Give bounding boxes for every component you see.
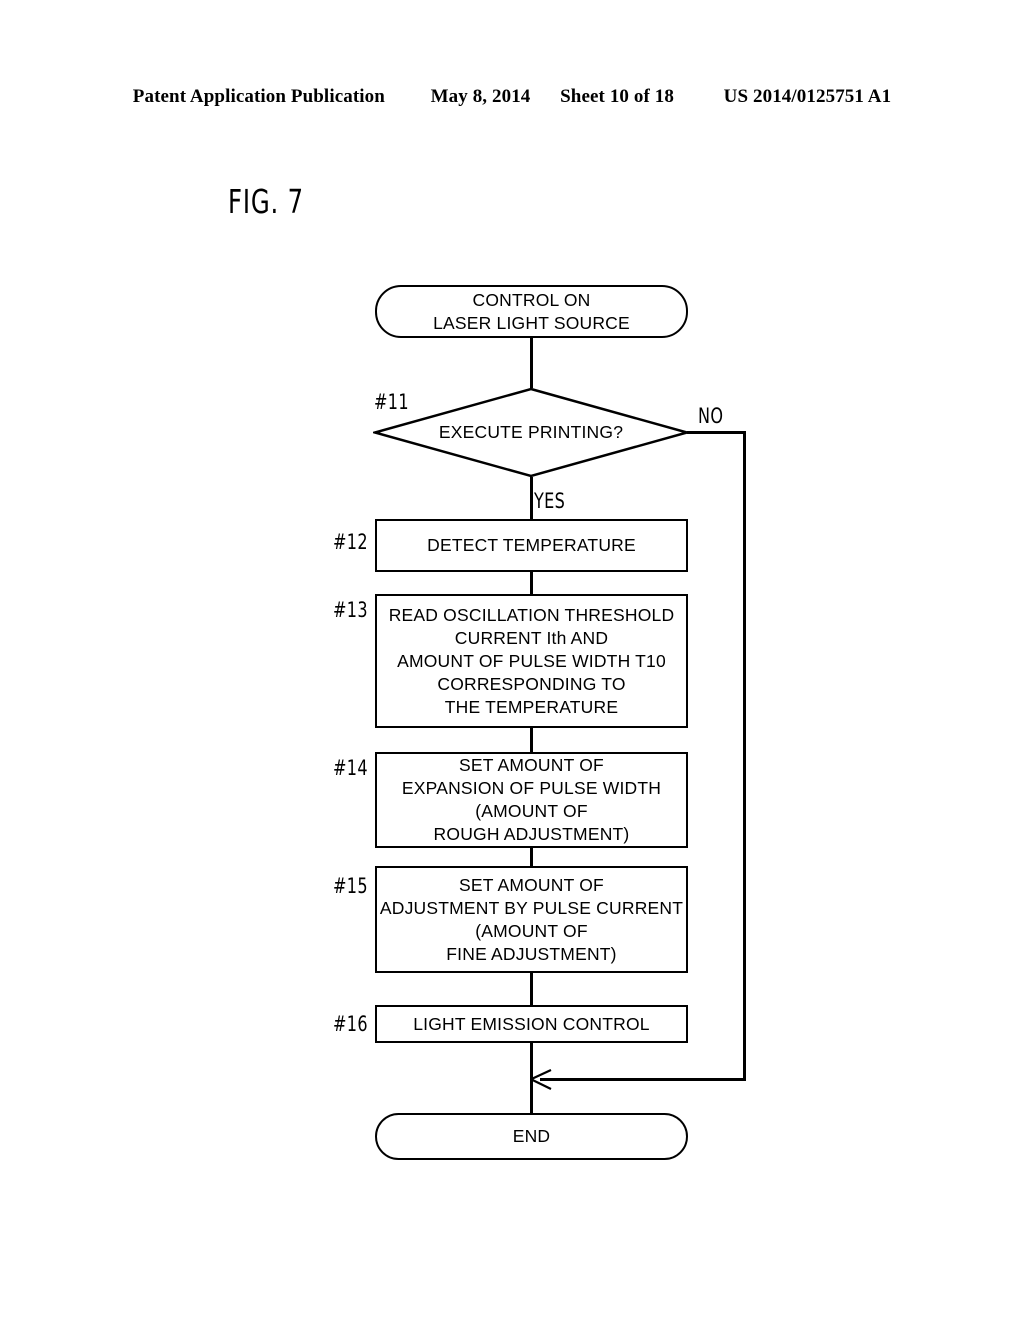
step13-line-1: READ OSCILLATION THRESHOLD [388,604,675,625]
step13-line-3: AMOUNT OF PULSE WIDTH T10 [397,650,666,671]
end-line-1: END [512,1126,551,1146]
step-ref-15: #15 [333,874,368,898]
step13-line-4: CORRESPONDING TO [437,673,626,694]
connector-start-to-decision [530,338,533,388]
no-branch-vertical [743,431,746,1080]
flow-node-end: END [375,1113,688,1160]
step15-line-4: FINE ADJUSTMENT) [446,943,617,964]
no-branch-horizontal-bottom [540,1078,746,1081]
step-ref-13: #13 [333,598,368,622]
step13-line-5: THE TEMPERATURE [444,696,619,717]
step13-line-2: CURRENT Ith AND [454,627,609,648]
no-branch-horizontal-top [687,431,745,434]
branch-label-yes: YES [534,489,566,513]
connector-step12-to-step13 [530,572,533,594]
step14-line-3: (AMOUNT OF [475,801,588,821]
decision-text: EXECUTE PRINTING? [438,422,624,442]
connector-decision-to-step12 [530,477,533,519]
step-ref-14: #14 [333,756,368,780]
flowchart-diagram: CONTROL ON LASER LIGHT SOURCE EXECUTE PR… [0,0,1024,1320]
step14-line-1: SET AMOUNT OF [459,755,604,775]
step14-line-2: EXPANSION OF PULSE WIDTH [401,778,662,798]
start-line-2: LASER LIGHT SOURCE [433,312,630,333]
flow-node-step13: READ OSCILLATION THRESHOLD CURRENT Ith A… [375,594,688,728]
step12-line-1: DETECT TEMPERATURE [427,535,636,555]
step16-line-1: LIGHT EMISSION CONTROL [413,1013,650,1034]
step-ref-11: #11 [374,390,409,414]
flow-node-decision: EXECUTE PRINTING? [373,387,689,478]
step15-line-3: (AMOUNT OF [475,920,588,941]
step-ref-16: #16 [333,1012,368,1036]
connector-step14-to-step15 [530,848,533,866]
no-branch-arrowhead [530,1069,552,1090]
branch-label-no: NO [698,404,724,428]
start-line-1: CONTROL ON [472,289,591,310]
flow-node-step16: LIGHT EMISSION CONTROL [375,1005,688,1043]
step14-line-4: ROUGH ADJUSTMENT) [433,824,630,844]
flow-node-start: CONTROL ON LASER LIGHT SOURCE [375,285,688,338]
step15-line-1: SET AMOUNT OF [459,874,604,895]
flow-node-step14: SET AMOUNT OF EXPANSION OF PULSE WIDTH (… [375,752,688,848]
connector-step15-to-step16 [530,973,533,1005]
connector-step13-to-step14 [530,728,533,752]
flow-node-step12: DETECT TEMPERATURE [375,519,688,572]
step15-line-2: ADJUSTMENT BY PULSE CURRENT [379,897,684,918]
step-ref-12: #12 [333,530,368,554]
flow-node-step15: SET AMOUNT OF ADJUSTMENT BY PULSE CURREN… [375,866,688,973]
connector-step16-to-end [530,1043,533,1113]
